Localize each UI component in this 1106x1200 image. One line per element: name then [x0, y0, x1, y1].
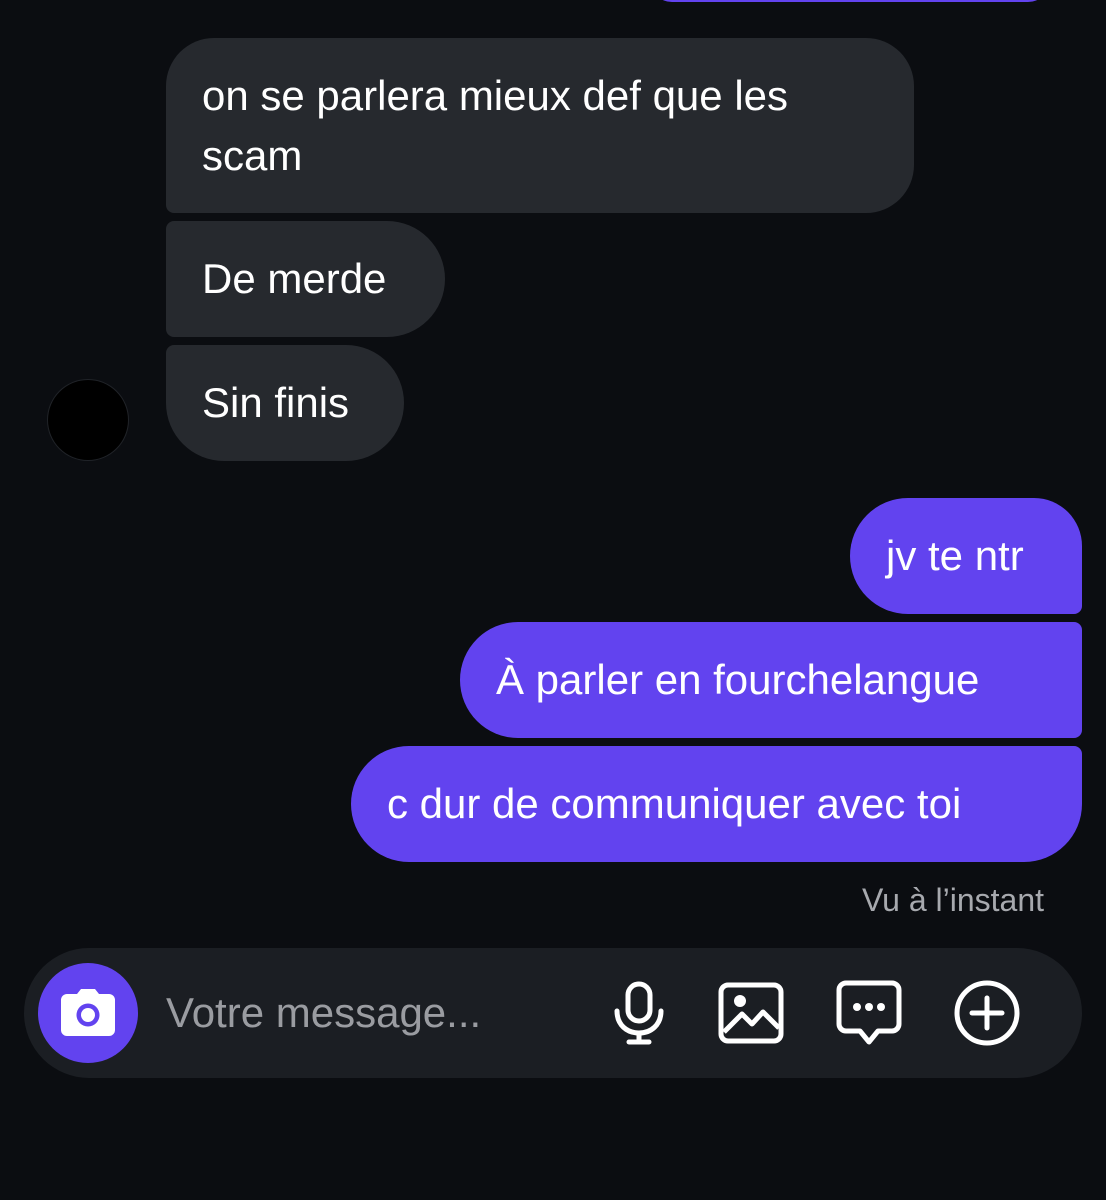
gallery-button[interactable] — [716, 978, 786, 1048]
sent-message[interactable]: c dur de communiquer avec toi — [351, 746, 1082, 862]
received-message[interactable]: De merde — [166, 221, 445, 337]
add-button[interactable] — [952, 978, 1022, 1048]
message-composer — [24, 948, 1082, 1078]
received-message[interactable]: on se parlera mieux def que les scam — [166, 38, 914, 213]
sender-avatar[interactable] — [48, 380, 128, 460]
microphone-button[interactable] — [604, 978, 674, 1048]
plus-circle-icon — [954, 980, 1020, 1046]
camera-button[interactable] — [38, 963, 138, 1063]
previous-sent-bubble-edge — [650, 0, 1050, 2]
message-input[interactable] — [166, 984, 586, 1042]
received-message[interactable]: Sin finis — [166, 345, 404, 461]
sent-message[interactable]: À parler en fourchelangue — [460, 622, 1082, 738]
sticker-icon — [836, 980, 902, 1045]
gallery-icon — [718, 982, 784, 1044]
seen-status: Vu à l’instant — [861, 882, 1044, 918]
sticker-button[interactable] — [834, 978, 904, 1048]
sent-message[interactable]: jv te ntr — [850, 498, 1082, 614]
camera-icon — [61, 989, 115, 1036]
microphone-icon — [614, 981, 664, 1045]
